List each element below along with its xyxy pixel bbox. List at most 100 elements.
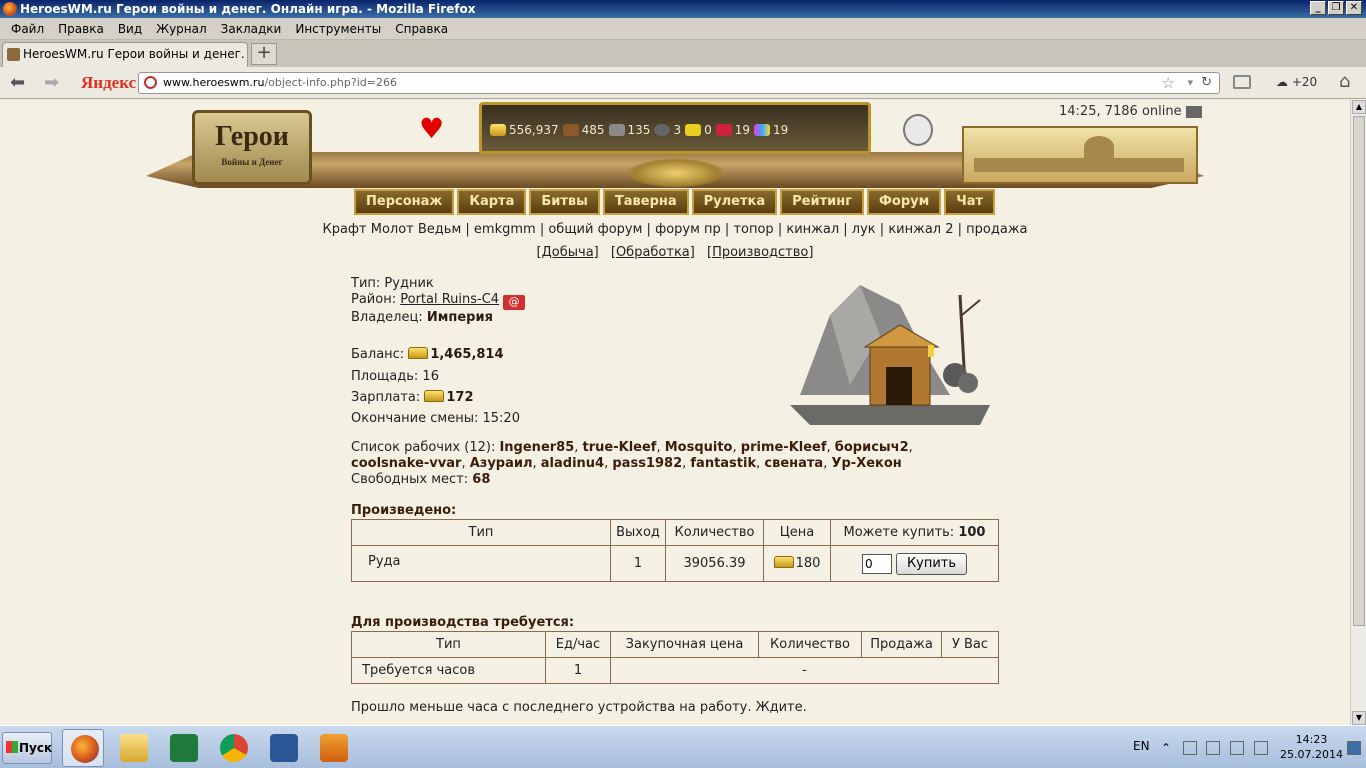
home-icon[interactable]: ⌂ bbox=[1339, 71, 1350, 92]
site-identity-icon[interactable] bbox=[144, 76, 157, 89]
nav-map[interactable]: Карта bbox=[457, 189, 527, 215]
worker-link[interactable]: Ур-Хекон bbox=[831, 456, 901, 471]
row-per-hour: 1 bbox=[545, 657, 611, 684]
workers-label: Список рабочих (12): bbox=[351, 440, 496, 455]
buy-button[interactable]: Купить bbox=[895, 552, 968, 575]
required-table: Тип Ед/час Закупочная цена Количество Пр… bbox=[351, 631, 999, 684]
nav-character[interactable]: Персонаж bbox=[354, 189, 455, 215]
link-craft[interactable]: Крафт Молот Ведьм bbox=[322, 222, 461, 237]
table-row: Руда 1 39056.39 180 Купить bbox=[351, 545, 999, 582]
worker-link[interactable]: prime-Kleef bbox=[741, 440, 827, 455]
clock-time: 14:23 bbox=[1295, 733, 1328, 746]
taskbar-word[interactable] bbox=[262, 729, 304, 767]
start-label: Пуск bbox=[19, 741, 53, 755]
link-general-forum[interactable]: общий форум bbox=[548, 222, 642, 237]
url-dropdown-icon[interactable]: ▾ bbox=[1187, 73, 1193, 93]
scroll-up-icon[interactable]: ▲ bbox=[1352, 100, 1366, 114]
owner-value: Империя bbox=[426, 310, 493, 325]
worker-link[interactable]: true-Kleef bbox=[583, 440, 657, 455]
close-button[interactable]: ✕ bbox=[1346, 1, 1362, 15]
bookmark-star-icon[interactable]: ☆ bbox=[1162, 73, 1175, 93]
language-indicator[interactable]: EN bbox=[1133, 739, 1150, 753]
nav-battles[interactable]: Битвы bbox=[529, 189, 600, 215]
address-bar[interactable]: www.heroeswm.ru/object-info.php?id=266 ☆… bbox=[138, 72, 1220, 94]
nav-tavern[interactable]: Таверна bbox=[602, 189, 689, 215]
menu-history[interactable]: Журнал bbox=[149, 22, 214, 36]
gold-icon bbox=[424, 390, 445, 402]
minimize-button[interactable]: _ bbox=[1310, 1, 1326, 15]
link-dagger[interactable]: кинжал bbox=[786, 222, 839, 237]
link-production[interactable]: [Производство] bbox=[707, 245, 813, 260]
forward-arrow-icon[interactable]: ➡ bbox=[44, 73, 59, 93]
worker-link[interactable]: свената bbox=[764, 456, 823, 471]
menu-file[interactable]: Файл bbox=[4, 22, 51, 36]
nav-rating[interactable]: Рейтинг bbox=[780, 189, 865, 215]
send-mail-icon[interactable]: @ bbox=[503, 295, 526, 310]
worker-link[interactable]: fantastik bbox=[690, 456, 756, 471]
start-button[interactable]: Пуск bbox=[2, 732, 52, 764]
new-tab-button[interactable]: + bbox=[251, 43, 277, 65]
reload-icon[interactable]: ↻ bbox=[1201, 73, 1212, 93]
volume-icon[interactable] bbox=[1254, 741, 1268, 755]
network-icon[interactable] bbox=[1230, 741, 1244, 755]
url-path: /object-info.php?id=266 bbox=[264, 76, 397, 89]
nav-roulette[interactable]: Рулетка bbox=[691, 189, 778, 215]
online-list-icon[interactable] bbox=[1185, 105, 1202, 118]
link-mining[interactable]: [Добыча] bbox=[537, 245, 599, 260]
link-processing[interactable]: [Обработка] bbox=[611, 245, 695, 260]
scroll-down-icon[interactable]: ▼ bbox=[1352, 711, 1366, 725]
menu-help[interactable]: Справка bbox=[388, 22, 455, 36]
yandex-button[interactable]: Яндекс bbox=[81, 73, 136, 93]
back-arrow-icon[interactable]: ⬅ bbox=[10, 73, 25, 93]
nav-forum[interactable]: Форум bbox=[867, 189, 942, 215]
worker-link[interactable]: борисыч2 bbox=[835, 440, 909, 455]
worker-link[interactable]: pass1982 bbox=[612, 456, 682, 471]
owner-label: Владелец: bbox=[351, 310, 423, 325]
link-forum-pr[interactable]: форум пр bbox=[655, 222, 721, 237]
link-bow[interactable]: лук bbox=[852, 222, 876, 237]
district-link[interactable]: Portal Ruins-C4 bbox=[400, 292, 499, 307]
worker-link[interactable]: Ingener85 bbox=[499, 440, 574, 455]
col-quantity: Количество bbox=[758, 631, 862, 658]
buy-quantity-input[interactable] bbox=[861, 553, 892, 574]
taskbar-excel[interactable] bbox=[162, 729, 204, 767]
worker-link[interactable]: Азураил bbox=[470, 456, 533, 471]
system-clock[interactable]: 14:23 25.07.2014 bbox=[1280, 732, 1343, 762]
crystals-value: 19 bbox=[734, 123, 750, 137]
row-quantity: 39056.39 bbox=[665, 545, 764, 582]
tray-expand-icon[interactable]: ⌃ bbox=[1161, 741, 1175, 755]
game-logo[interactable]: Герои Войны и Денег bbox=[192, 110, 312, 185]
menu-edit[interactable]: Правка bbox=[51, 22, 111, 36]
restore-button[interactable]: ❐ bbox=[1328, 1, 1344, 15]
area-value: 16 bbox=[422, 369, 439, 384]
type-value: Рудник bbox=[384, 276, 434, 291]
link-sale[interactable]: продажа bbox=[966, 222, 1027, 237]
device-icon[interactable] bbox=[1206, 741, 1220, 755]
menu-tools[interactable]: Инструменты bbox=[288, 22, 388, 36]
vertical-scrollbar[interactable]: ▲ ▼ bbox=[1350, 100, 1366, 725]
col-can-buy: Можете купить: 100 bbox=[830, 519, 999, 546]
taskbar-help-app[interactable] bbox=[312, 729, 354, 767]
taskbar-chrome[interactable] bbox=[212, 729, 254, 767]
district-label: Район: bbox=[351, 292, 397, 307]
show-desktop-icon[interactable] bbox=[1347, 741, 1361, 755]
worker-link[interactable]: coolsnake-vvar bbox=[351, 456, 461, 471]
link-emkgmm[interactable]: emkgmm bbox=[474, 222, 536, 237]
menu-bookmarks[interactable]: Закладки bbox=[214, 22, 289, 36]
taskbar-explorer[interactable] bbox=[112, 729, 154, 767]
link-dagger-2[interactable]: кинжал 2 bbox=[888, 222, 953, 237]
worker-link[interactable]: Mosquito bbox=[665, 440, 733, 455]
ore-value: 135 bbox=[627, 123, 651, 137]
link-axe[interactable]: топор bbox=[733, 222, 773, 237]
worker-link[interactable]: aladinu4 bbox=[541, 456, 604, 471]
scroll-thumb[interactable] bbox=[1353, 116, 1365, 626]
row-price-cell: 180 bbox=[763, 545, 831, 582]
tab-heroeswm[interactable]: HeroesWM.ru Герои войны и денег. Онла... bbox=[2, 42, 248, 67]
nav-chat[interactable]: Чат bbox=[944, 189, 996, 215]
taskbar-firefox[interactable] bbox=[62, 729, 104, 767]
weather-widget[interactable]: ☁ +20 bbox=[1276, 75, 1317, 89]
table-header-row: Тип Выход Количество Цена Можете купить:… bbox=[351, 519, 999, 546]
mail-icon[interactable] bbox=[1233, 75, 1251, 89]
menu-view[interactable]: Вид bbox=[111, 22, 149, 36]
action-center-flag-icon[interactable] bbox=[1183, 741, 1197, 755]
